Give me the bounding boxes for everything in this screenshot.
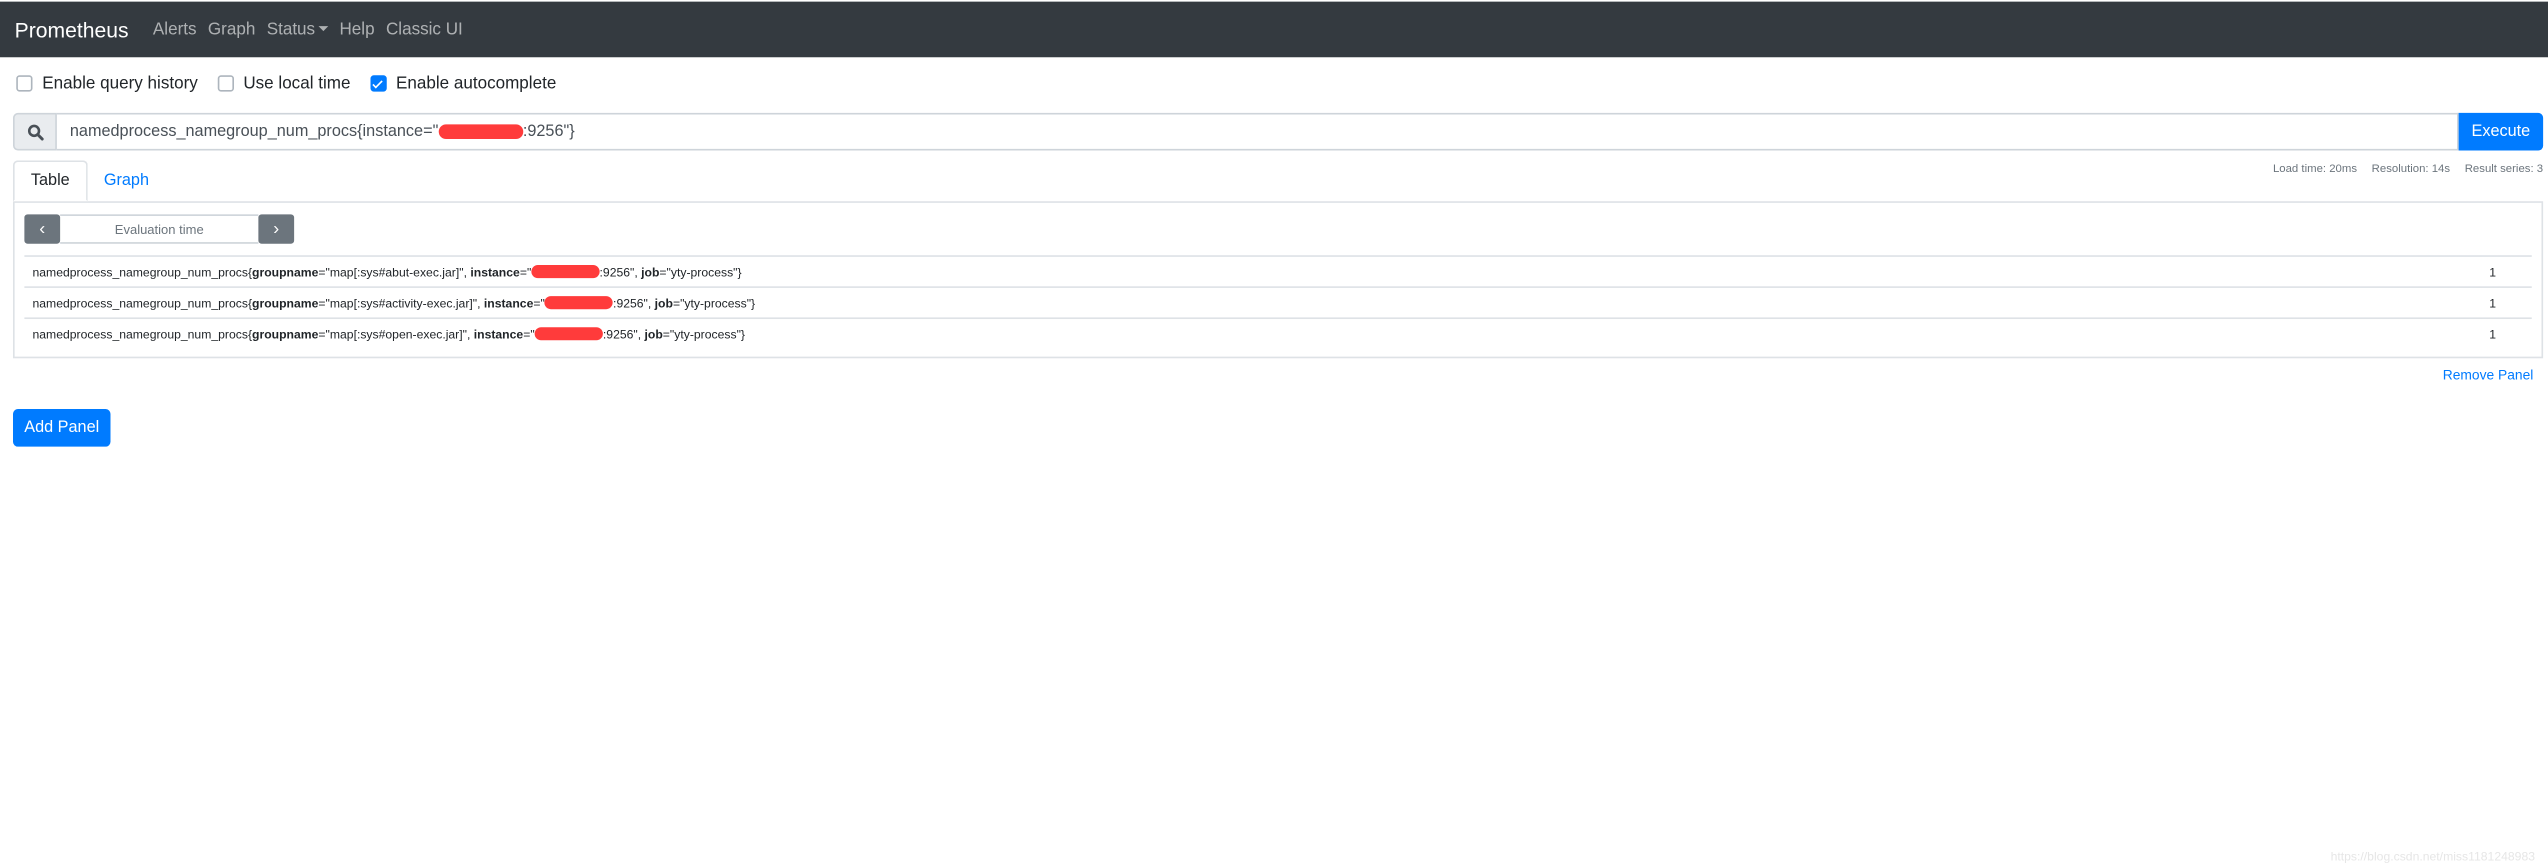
brand-link[interactable]: Prometheus [15, 17, 129, 42]
label-value: "yty-process"} [669, 326, 745, 342]
label-value: :9256" [613, 295, 648, 311]
chevron-right-icon[interactable]: › [258, 214, 295, 244]
label-key: job [654, 295, 673, 311]
nav-status-dropdown[interactable]: Status [266, 19, 329, 40]
checkbox[interactable] [16, 75, 33, 92]
sample-value: 1 [2489, 295, 2496, 311]
option-local-time[interactable]: Use local time [217, 73, 351, 94]
label-value: "yty-process"} [666, 264, 742, 279]
results-table: namedprocess_namegroup_num_procs{groupna… [24, 255, 2532, 348]
query-input[interactable]: namedprocess_namegroup_num_procs{instanc… [56, 112, 2459, 151]
checkbox-checked[interactable] [369, 75, 387, 92]
redaction [544, 296, 614, 310]
redaction [531, 265, 600, 279]
redaction [438, 124, 523, 140]
nav-classic-ui[interactable]: Classic UI [386, 20, 463, 40]
label-value: "map[:sys#activity-exec.jar]" [325, 295, 478, 311]
query-text: namedprocess_namegroup_num_procs{instanc… [69, 122, 439, 141]
table-row: namedprocess_namegroup_num_procs{groupna… [24, 255, 2532, 286]
navbar: Prometheus Alerts Graph Status Help Clas… [0, 1, 2548, 58]
label-key: groupname [252, 295, 319, 311]
label-value: :9256" [602, 326, 638, 342]
load-time: Load time: 20ms [2272, 163, 2358, 176]
nav-alerts[interactable]: Alerts [153, 20, 197, 40]
sample-value: 1 [2489, 264, 2496, 279]
remove-panel-link[interactable]: Remove Panel [2443, 366, 2534, 382]
table-panel: ‹ Evaluation time › namedprocess_namegro… [13, 201, 2544, 359]
option-query-history[interactable]: Enable query history [16, 73, 198, 94]
execute-button[interactable]: Execute [2458, 112, 2544, 151]
search-icon [13, 112, 57, 151]
tab-table[interactable]: Table [13, 160, 88, 202]
option-label: Use local time [243, 73, 351, 94]
chevron-left-icon[interactable]: ‹ [24, 214, 61, 244]
option-label: Enable query history [42, 73, 198, 94]
label-value: "yty-process"} [680, 295, 756, 311]
metric-name: namedprocess_namegroup_num_procs{ [32, 326, 253, 342]
evaluation-time-input[interactable]: Evaluation time [60, 214, 259, 244]
metric-name: namedprocess_namegroup_num_procs{ [32, 264, 253, 279]
query-bar: namedprocess_namegroup_num_procs{instanc… [13, 112, 2544, 151]
nav-graph[interactable]: Graph [208, 20, 255, 40]
label-key: instance [473, 326, 524, 342]
panel-tabs: Table Graph [13, 160, 166, 202]
metric-name: namedprocess_namegroup_num_procs{ [32, 295, 253, 311]
table-row: namedprocess_namegroup_num_procs{groupna… [24, 286, 2532, 317]
sample-value: 1 [2489, 326, 2496, 342]
result-series: Result series: 3 [2464, 163, 2544, 176]
checkbox[interactable] [217, 75, 234, 92]
add-panel-button[interactable]: Add Panel [13, 409, 111, 447]
label-key: job [644, 326, 663, 342]
query-text: :9256"} [522, 122, 575, 141]
nav-help[interactable]: Help [339, 20, 374, 40]
label-value: :9256" [599, 264, 635, 279]
label-key: groupname [252, 264, 319, 279]
tab-graph[interactable]: Graph [88, 160, 166, 201]
label-key: instance [483, 295, 534, 311]
label-key: instance [470, 264, 520, 279]
nav-status-label: Status [266, 19, 316, 40]
table-row: namedprocess_namegroup_num_procs{groupna… [24, 317, 2532, 348]
options-row: Enable query history Use local time Enab… [16, 73, 576, 94]
label-key: job [641, 264, 660, 279]
label-value: "map[:sys#abut-exec.jar]" [325, 264, 464, 279]
option-autocomplete[interactable]: Enable autocomplete [369, 73, 557, 94]
label-value: "map[:sys#open-exec.jar]" [325, 326, 467, 342]
query-stats: Load time: 20ms Resolution: 14s Result ser… [2258, 164, 2543, 175]
resolution: Resolution: 14s [2371, 163, 2451, 176]
label-key: groupname [252, 326, 319, 342]
evaluation-time-group: ‹ Evaluation time › [24, 214, 295, 244]
caret-down-icon [318, 26, 329, 32]
option-label: Enable autocomplete [395, 73, 557, 94]
redaction [534, 327, 603, 341]
